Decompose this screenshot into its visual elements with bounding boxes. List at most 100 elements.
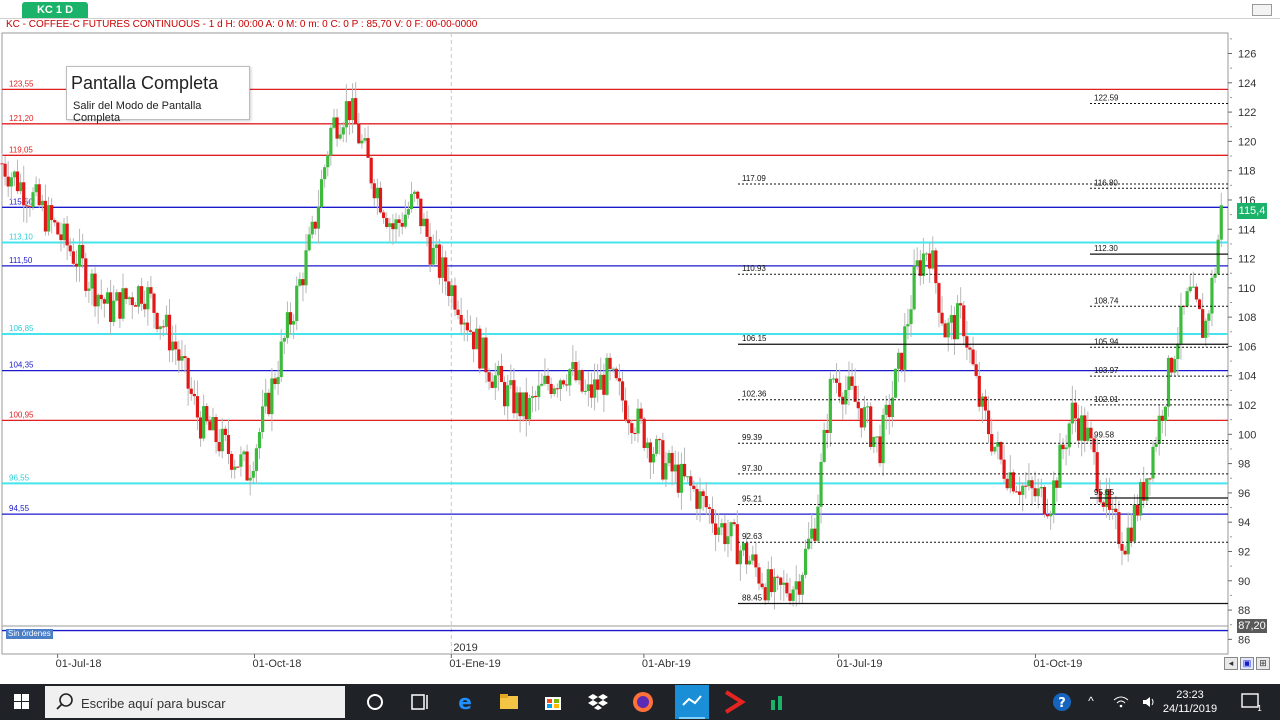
candle-up (664, 463, 668, 480)
store-icon[interactable] (539, 688, 567, 716)
candle-down (502, 382, 507, 407)
svg-text:e: e (458, 690, 472, 714)
y-tick-label: 124 (1238, 78, 1256, 90)
edge-icon[interactable]: e (451, 688, 479, 716)
fib-1-label: 102.36 (742, 390, 767, 399)
candle-up (862, 407, 867, 428)
candle-up (1145, 478, 1149, 501)
search-placeholder: Escribe aquí para buscar (81, 696, 226, 711)
candle-down (437, 244, 442, 278)
candle-up (772, 576, 777, 593)
candle-up (506, 385, 510, 407)
candle-up (31, 192, 35, 208)
x-tick-label: 01-Jul-19 (837, 658, 883, 670)
candle-down (648, 442, 653, 463)
candle-up (62, 223, 66, 241)
candle-up (807, 538, 811, 549)
candle-down (108, 292, 113, 322)
candle-down (918, 260, 922, 276)
windows-taskbar: Escribe aquí para buscar e ? ^ 23:23 24/… (0, 684, 1280, 720)
candle-down (962, 305, 966, 337)
y-tick-label: 110 (1238, 283, 1256, 295)
candle-down (589, 384, 594, 398)
dropbox-icon[interactable] (584, 688, 612, 716)
candle-up (537, 385, 541, 398)
candle-up (915, 260, 919, 267)
candle-up (493, 375, 497, 388)
candle-up (766, 569, 770, 601)
notifications-icon[interactable]: 1 (1240, 691, 1262, 713)
candle-down (841, 396, 845, 405)
file-explorer-icon[interactable] (495, 688, 523, 716)
candle-down (478, 328, 482, 369)
candle-down (400, 222, 404, 227)
chevron-up-icon[interactable]: ^ (1083, 694, 1099, 710)
current-price-badge: 115,4 (1237, 203, 1267, 219)
fib-1-label: 97.30 (742, 464, 763, 473)
candle-up (434, 244, 438, 248)
candle-up (112, 300, 116, 322)
candle-down (6, 176, 10, 187)
candle-down (620, 381, 625, 401)
candle-up (909, 309, 913, 325)
candle-down (1002, 459, 1006, 479)
candle-up (431, 247, 435, 265)
candle-up (717, 527, 721, 535)
candle-down (189, 388, 193, 394)
candle-down (1201, 309, 1205, 338)
candle-down (382, 212, 386, 219)
candle-down (825, 429, 829, 433)
scroll-left-button[interactable]: ◂ (1224, 657, 1238, 670)
fullscreen-popup[interactable]: Pantalla Completa Salir del Modo de Pant… (66, 66, 250, 124)
candle-up (481, 337, 485, 369)
wifi-icon[interactable] (1113, 694, 1129, 710)
candle-up (9, 177, 13, 187)
candle-down (1076, 418, 1081, 441)
candle-down (459, 314, 463, 325)
help-icon[interactable]: ? (1052, 691, 1074, 713)
clock-date: 24/11/2019 (1162, 703, 1218, 715)
candle-down (580, 369, 584, 392)
fib-1-label: 95.21 (742, 494, 763, 503)
cortana-icon[interactable] (361, 688, 389, 716)
candle-down (776, 576, 780, 578)
trading-app-icon[interactable] (675, 685, 709, 719)
candle-down (757, 567, 761, 584)
candle-down (366, 138, 370, 158)
windows-start-icon[interactable] (0, 684, 44, 720)
candle-up (738, 550, 742, 565)
candle-up (651, 453, 656, 463)
zoom-icon[interactable]: ⊞ (1256, 657, 1270, 670)
task-view-icon[interactable] (405, 688, 433, 716)
candle-up (264, 392, 268, 407)
candle-down (118, 292, 122, 319)
candle-down (22, 182, 26, 206)
candle-up (1039, 487, 1043, 489)
candle-down (928, 253, 932, 269)
candle-up (1219, 205, 1223, 240)
candle-down (288, 312, 293, 325)
firefox-icon[interactable] (629, 688, 657, 716)
candle-down (25, 205, 29, 207)
candle-up (599, 374, 603, 390)
candle-down (546, 375, 550, 384)
candle-up (655, 439, 659, 454)
taskbar-search-box[interactable]: Escribe aquí para buscar (45, 686, 345, 718)
candle-down (1095, 452, 1099, 492)
candle-down (453, 285, 457, 310)
candle-down (378, 187, 383, 213)
candle-down (707, 507, 711, 509)
save-icon[interactable]: ▣ (1240, 657, 1254, 670)
fib-2-label: 116.80 (1094, 178, 1118, 187)
fib-2-label: 103.97 (1094, 366, 1119, 375)
candle-up (1210, 277, 1214, 314)
candle-down (785, 582, 789, 594)
exit-fullscreen-link[interactable]: Salir del Modo de Pantalla Completa (73, 100, 249, 124)
candle-up (171, 341, 175, 351)
fib-1-label: 99.39 (742, 433, 763, 442)
broker-app-icon[interactable] (720, 688, 748, 716)
candle-up (1111, 508, 1115, 510)
candle-down (428, 236, 432, 265)
taskbar-clock[interactable]: 23:23 24/11/2019 (1150, 688, 1230, 716)
chart-app-icon[interactable] (763, 688, 791, 716)
